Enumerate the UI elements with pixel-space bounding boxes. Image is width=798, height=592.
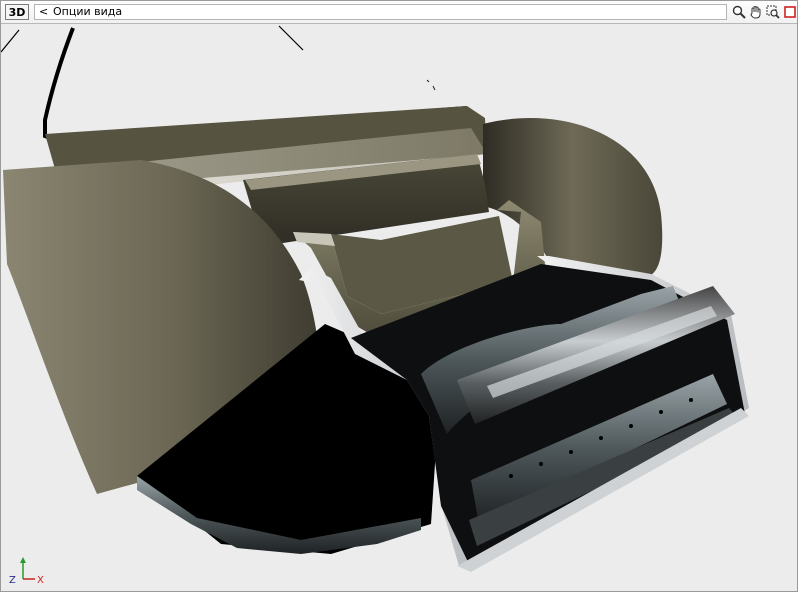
y-axis-arrow	[20, 557, 26, 563]
zoom-icon[interactable]	[731, 4, 746, 19]
view-tools	[731, 4, 797, 20]
axis-triad: Z X	[5, 555, 49, 586]
3d-viewer-window: 3D < Опции вида Z X	[0, 0, 798, 592]
zoom-window-icon[interactable]	[765, 4, 780, 19]
view-toolbar: 3D < Опции вида	[1, 1, 797, 24]
back-arrow-icon[interactable]: <	[39, 5, 48, 19]
view-options-label[interactable]: Опции вида	[53, 5, 122, 19]
3d-viewport[interactable]: Z X	[1, 24, 797, 591]
3d-model-render[interactable]	[1, 24, 797, 591]
pan-hand-icon[interactable]	[748, 4, 763, 19]
x-axis-label: X	[37, 575, 44, 585]
z-axis-label: Z	[9, 575, 16, 585]
close-view-icon[interactable]	[782, 4, 797, 19]
view-mode-3d-button[interactable]: 3D	[5, 4, 29, 20]
view-options-breadcrumb[interactable]: < Опции вида	[34, 4, 727, 20]
